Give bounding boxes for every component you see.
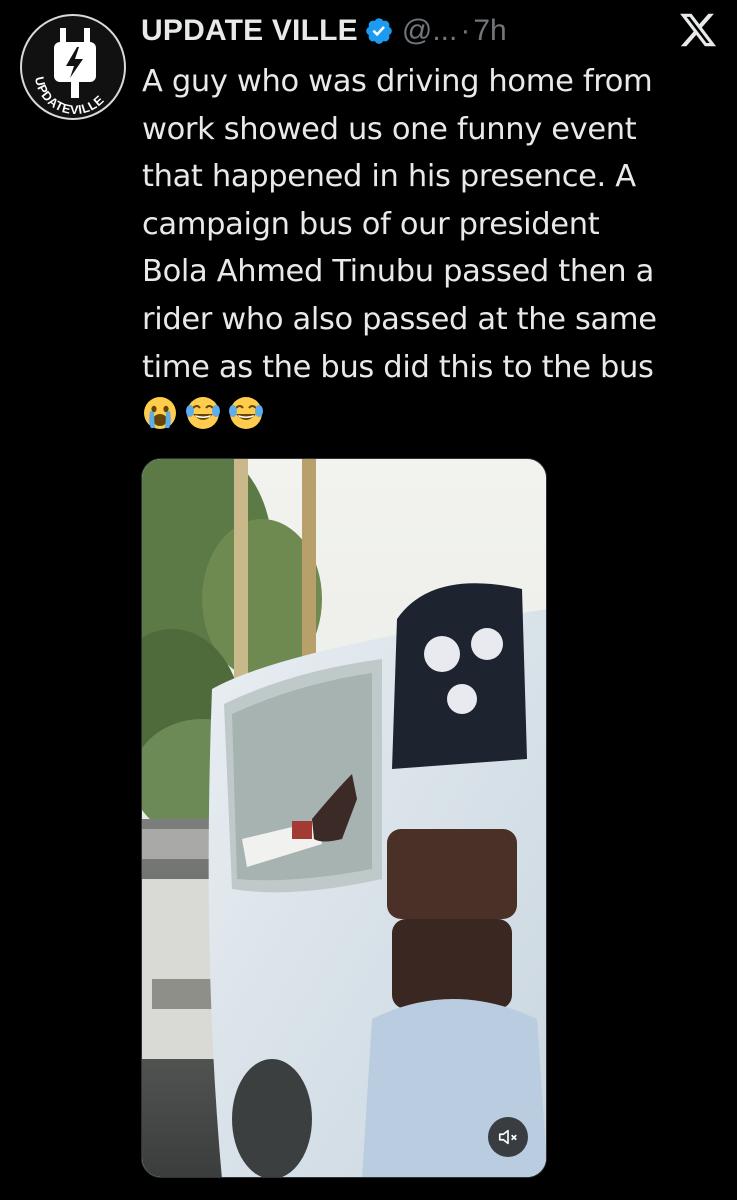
video-media[interactable] [141, 458, 547, 1178]
video-frame [142, 459, 546, 1177]
avatar[interactable]: UPDATEVILLE [20, 14, 126, 120]
timestamp[interactable]: 7h [473, 14, 506, 48]
face-crying-icon [144, 397, 176, 429]
verified-badge-icon [366, 18, 392, 44]
x-logo-icon[interactable] [676, 10, 720, 50]
handle[interactable]: @... [402, 14, 457, 48]
plug-logo-icon: UPDATEVILLE [32, 28, 106, 117]
face-tears-of-joy-icon [186, 397, 220, 429]
tweet-text: A guy who was driving home from work sho… [142, 64, 657, 385]
tweet-header: UPDATE VILLE @... · 7h [141, 8, 507, 54]
emoji-row [142, 395, 264, 431]
separator: · [460, 14, 471, 47]
tweet: UPDATEVILLE UPDATE VILLE @... · 7h A guy… [0, 0, 737, 1200]
display-name[interactable]: UPDATE VILLE [141, 14, 358, 48]
speaker-muted-icon [498, 1129, 517, 1145]
face-tears-of-joy-icon [229, 397, 263, 429]
mute-button[interactable] [488, 1117, 528, 1157]
